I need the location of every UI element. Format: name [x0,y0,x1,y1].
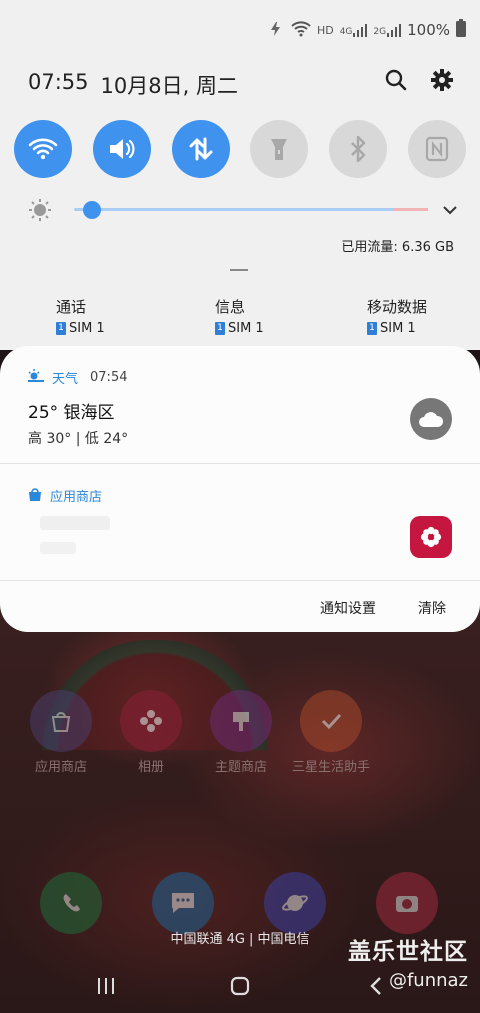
brightness-sun-icon [28,198,52,222]
sim-shortcut-title: 信息 [215,298,246,316]
wifi-tile[interactable] [14,120,72,178]
navigation-bar [0,960,480,1013]
cloud-icon[interactable] [410,398,452,440]
data-usage-label: 已用流量: 6.36 GB [341,240,454,255]
sim-shortcut-title: 移动数据 [367,298,428,316]
sound-tile[interactable] [92,120,151,178]
wifi-icon [28,138,58,160]
notification-actions: 通知设置 清除 [320,598,446,618]
network-2g-label: 2G [373,27,387,37]
clear-button[interactable]: 清除 [418,598,446,618]
nfc-icon [425,136,449,162]
sim-badge: 1 [215,322,225,335]
notification-divider [0,580,480,581]
sim-shortcut-title: 通话 [56,298,87,316]
charging-icon [269,21,285,39]
data-transfer-icon [189,137,213,161]
speaker-icon [109,139,135,159]
bluetooth-icon [351,135,366,163]
mobile-data-tile[interactable] [171,120,230,178]
flashlight-tile[interactable] [250,120,309,178]
notification-text: 高 30° | 低 24° [28,431,129,447]
notification-app-name: 天气 [52,372,79,387]
home-app-label: 相册 [137,760,164,775]
network-4g-label: 4G [339,27,353,37]
back-icon[interactable] [364,974,388,998]
sim-label: SIM 1 [69,321,105,336]
quick-panel: HD 4G 2G 100% 07:55 10月8日, 周二 已用流量: 6.36… [0,0,480,350]
home-app-label: 主题商店 [214,760,267,775]
phone-app-icon[interactable] [40,872,102,934]
home-app-label: 三星生活助手 [291,760,370,775]
gear-icon[interactable] [430,68,454,92]
shopping-bag-icon [28,487,42,505]
gallery-app-icon[interactable] [120,690,182,752]
wifi-status-icon [291,20,311,40]
battery-percent: 100% [407,21,450,39]
sim-shortcuts: 通话 1 SIM 1 信息 1 SIM 1 移动数据 1 SIM 1 [0,296,480,342]
brightness-control [28,198,458,222]
theme-store-app-icon[interactable] [210,690,272,752]
sim-shortcut-mobile-data[interactable]: 移动数据 1 SIM 1 [367,296,427,336]
signal-4g-icon: 4G [340,23,368,37]
faded-notification-title [40,516,110,530]
flashlight-icon [271,139,288,160]
home-app-label: 应用商店 [34,760,87,775]
status-bar: HD 4G 2G 100% [269,18,466,42]
home-icon[interactable] [228,974,252,998]
date-time[interactable]: 07:55 10月8日, 周二 [28,70,238,100]
notification-title: 25° 银海区 [28,403,115,423]
date-label: 10月8日, 周二 [100,74,238,98]
sim-badge: 1 [367,322,377,335]
weather-notification[interactable]: 天气 07:54 25° 银海区 高 30° | 低 24° [0,346,480,462]
galaxy-store-notification[interactable]: 应用商店 [0,464,480,580]
signal-2g-icon: 2G [373,23,402,37]
hd-label: HD [316,23,334,37]
sim-shortcut-call[interactable]: 通话 1 SIM 1 [56,296,105,336]
notification-card: 天气 07:54 25° 银海区 高 30° | 低 24° 应用商店 通知设置… [0,346,480,632]
weather-app-icon [28,368,44,387]
sim-label: SIM 1 [228,321,264,336]
galaxy-store-app-icon[interactable] [30,690,92,752]
brightness-slider-knob[interactable] [82,201,101,219]
clock-time: 07:55 [28,70,89,94]
sim-label: SIM 1 [380,321,416,336]
notification-time: 07:54 [90,370,128,385]
sim-badge: 1 [56,322,66,335]
nfc-tile[interactable] [407,120,466,178]
messages-app-icon[interactable] [152,872,214,934]
brightness-track[interactable] [74,208,428,211]
internet-app-icon[interactable] [264,872,326,934]
sim-shortcut-messages[interactable]: 信息 1 SIM 1 [215,296,264,336]
samsung-life-assistant-app-icon[interactable] [300,690,362,752]
recents-icon[interactable] [94,974,118,998]
gallery-flower-icon[interactable] [410,516,452,558]
chevron-down-icon[interactable] [442,202,458,218]
faded-notification-text [40,542,76,554]
battery-icon [456,19,466,41]
bluetooth-tile[interactable] [329,120,388,178]
quick-settings-tiles [14,120,466,178]
panel-actions [384,68,454,92]
notification-app-name: 应用商店 [50,490,103,505]
notification-settings-button[interactable]: 通知设置 [320,598,376,618]
search-icon[interactable] [384,68,408,92]
panel-drag-handle[interactable] [230,269,248,271]
camera-app-icon[interactable] [376,872,438,934]
